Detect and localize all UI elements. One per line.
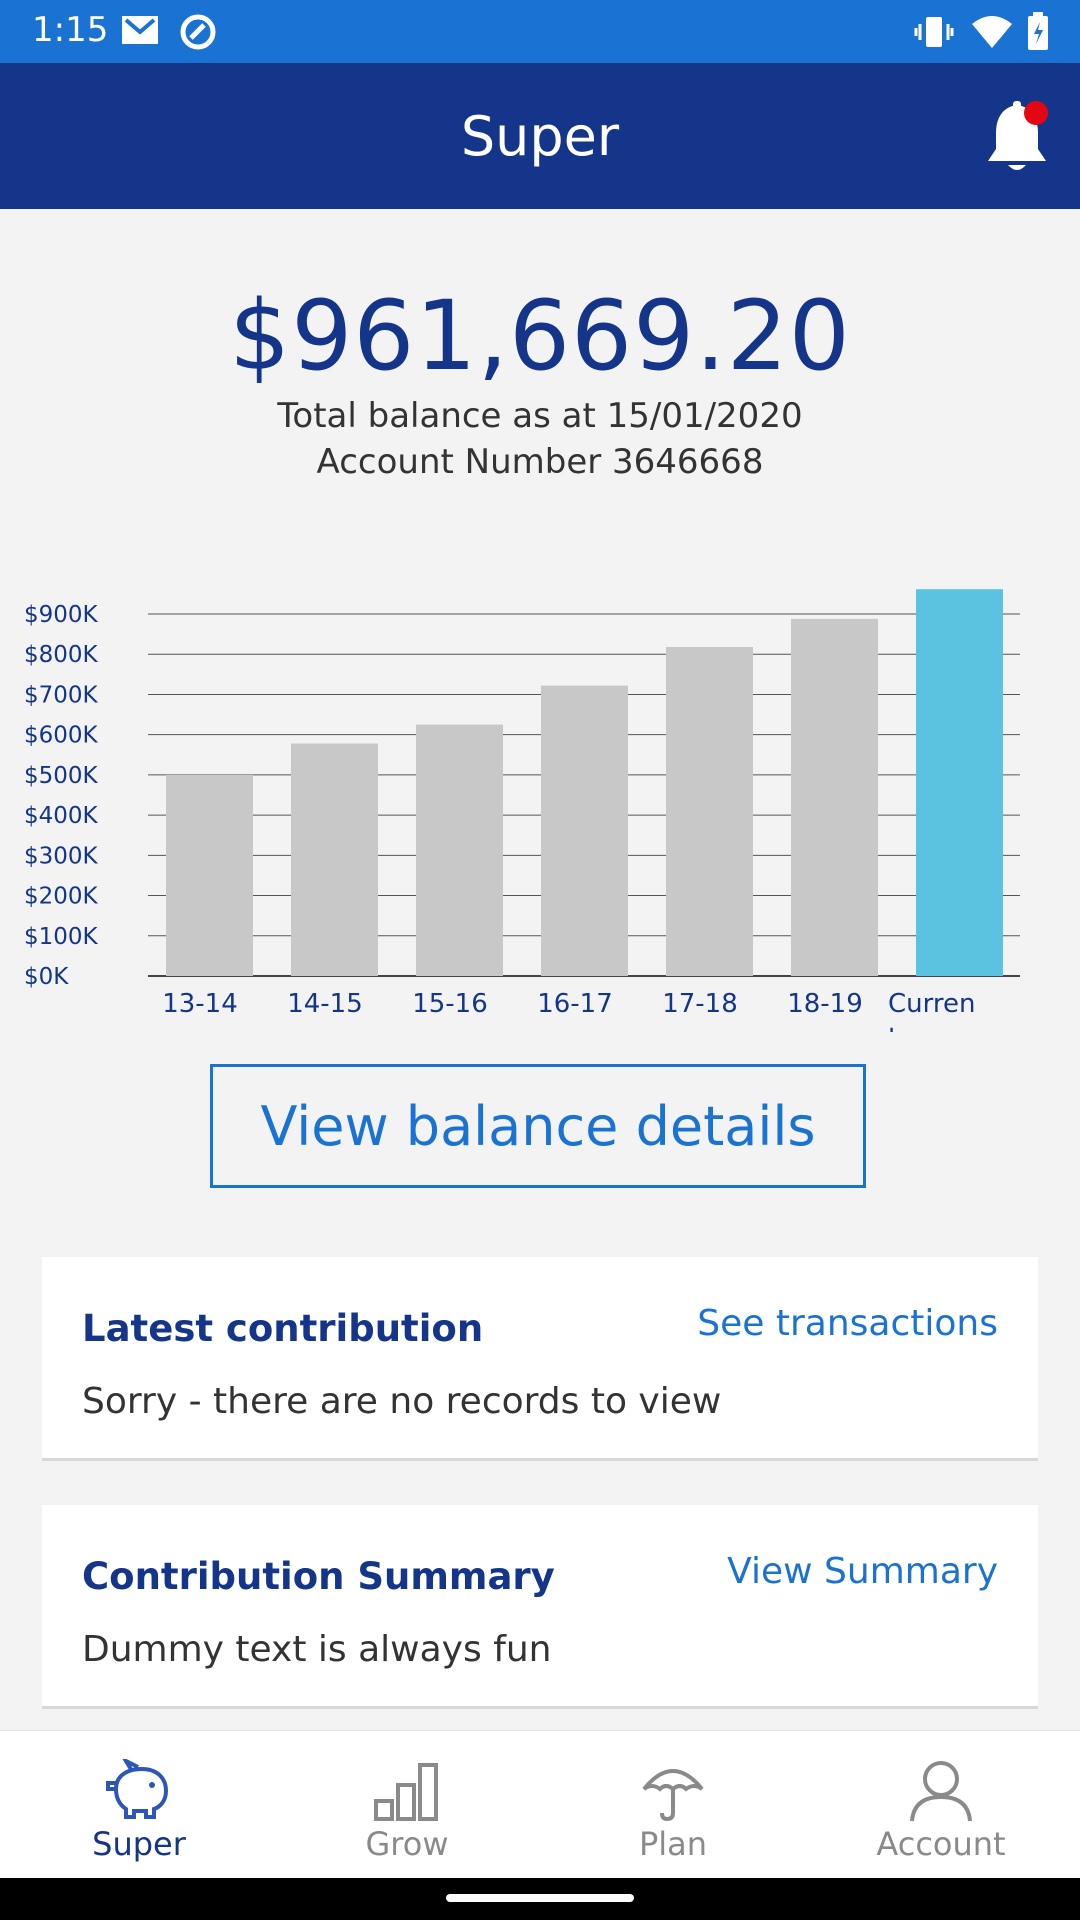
nav-item-grow[interactable]: Grow — [272, 1731, 542, 1879]
person-icon — [910, 1761, 972, 1822]
x-tick-label-overflow: t — [888, 1023, 898, 1040]
y-tick-label: $0K — [24, 964, 69, 990]
view-balance-details-button[interactable]: View balance details — [210, 1064, 866, 1188]
see-transactions-link[interactable]: See transactions — [697, 1303, 998, 1344]
nav-item-super[interactable]: Super — [4, 1731, 274, 1879]
y-tick-label: $300K — [24, 843, 99, 869]
vibrate-icon — [914, 17, 954, 47]
status-time: 1:15 — [32, 10, 109, 50]
nav-label: Super — [92, 1825, 186, 1863]
bell-icon[interactable] — [982, 99, 1052, 179]
battery-icon — [1028, 12, 1048, 50]
y-tick-label: $900K — [24, 602, 99, 628]
balance-chart: $0K $100K $200K $300K $400K $500K $600K $700K $8… — [24, 589, 1020, 1040]
contribution-summary-card: Contribution Summary View Summary Dummy … — [42, 1505, 1038, 1709]
nav-label: Account — [876, 1825, 1006, 1863]
chart-bar — [666, 646, 753, 976]
chart-bar — [541, 685, 628, 976]
nav-label: Plan — [638, 1825, 708, 1863]
latest-contribution-card: Latest contribution See transactions Sor… — [42, 1257, 1038, 1461]
x-tick-label: 16-17 — [537, 989, 613, 1019]
card-text: Dummy text is always fun — [82, 1629, 552, 1670]
sync-icon — [180, 14, 216, 50]
wifi-icon — [972, 16, 1012, 48]
balance-date: Total balance as at 15/01/2020 — [277, 396, 803, 436]
notification-dot — [1024, 101, 1048, 125]
nav-item-account[interactable]: Account — [806, 1731, 1076, 1879]
view-summary-link[interactable]: View Summary — [727, 1551, 998, 1592]
card-text: Sorry - there are no records to view — [82, 1381, 722, 1422]
app-bar: Super — [0, 63, 1080, 209]
page-title: Super — [460, 105, 620, 168]
y-tick-label: $500K — [24, 763, 99, 789]
x-tick-label: 18-19 — [787, 989, 863, 1019]
y-tick-label: $700K — [24, 682, 99, 708]
y-tick-label: $100K — [24, 924, 99, 950]
bar-chart-icon — [374, 1763, 438, 1821]
piggy-bank-icon — [106, 1759, 169, 1819]
y-tick-label: $200K — [24, 884, 99, 910]
home-gesture-bar[interactable] — [446, 1894, 634, 1902]
chart-bar — [791, 618, 878, 976]
x-tick-label: 17-18 — [662, 989, 738, 1019]
account-number: Account Number 3646668 — [316, 442, 764, 482]
chart-bar — [291, 743, 378, 976]
y-tick-label: $800K — [24, 642, 99, 668]
x-tick-label: 14-15 — [287, 989, 363, 1019]
card-title: Contribution Summary — [82, 1555, 555, 1598]
chart-bar — [166, 774, 253, 976]
x-tick-label: Curren — [888, 989, 975, 1019]
status-bar: 1:15 — [0, 0, 1080, 63]
nav-label: Grow — [365, 1825, 449, 1863]
y-tick-label: $600K — [24, 723, 99, 749]
total-balance: $961,669.20 — [229, 280, 851, 392]
card-title: Latest contribution — [82, 1307, 484, 1350]
gmail-icon — [122, 16, 158, 44]
x-tick-label: 15-16 — [412, 989, 488, 1019]
x-tick-label: 13-14 — [162, 989, 238, 1019]
chart-bar — [416, 724, 503, 976]
bottom-navigation: Super Grow Plan Account — [0, 1730, 1080, 1878]
nav-item-plan[interactable]: Plan — [538, 1731, 808, 1879]
y-tick-label: $400K — [24, 803, 99, 829]
umbrella-icon — [642, 1769, 704, 1822]
system-navigation-bar — [0, 1878, 1080, 1920]
chart-bar — [916, 589, 1003, 976]
